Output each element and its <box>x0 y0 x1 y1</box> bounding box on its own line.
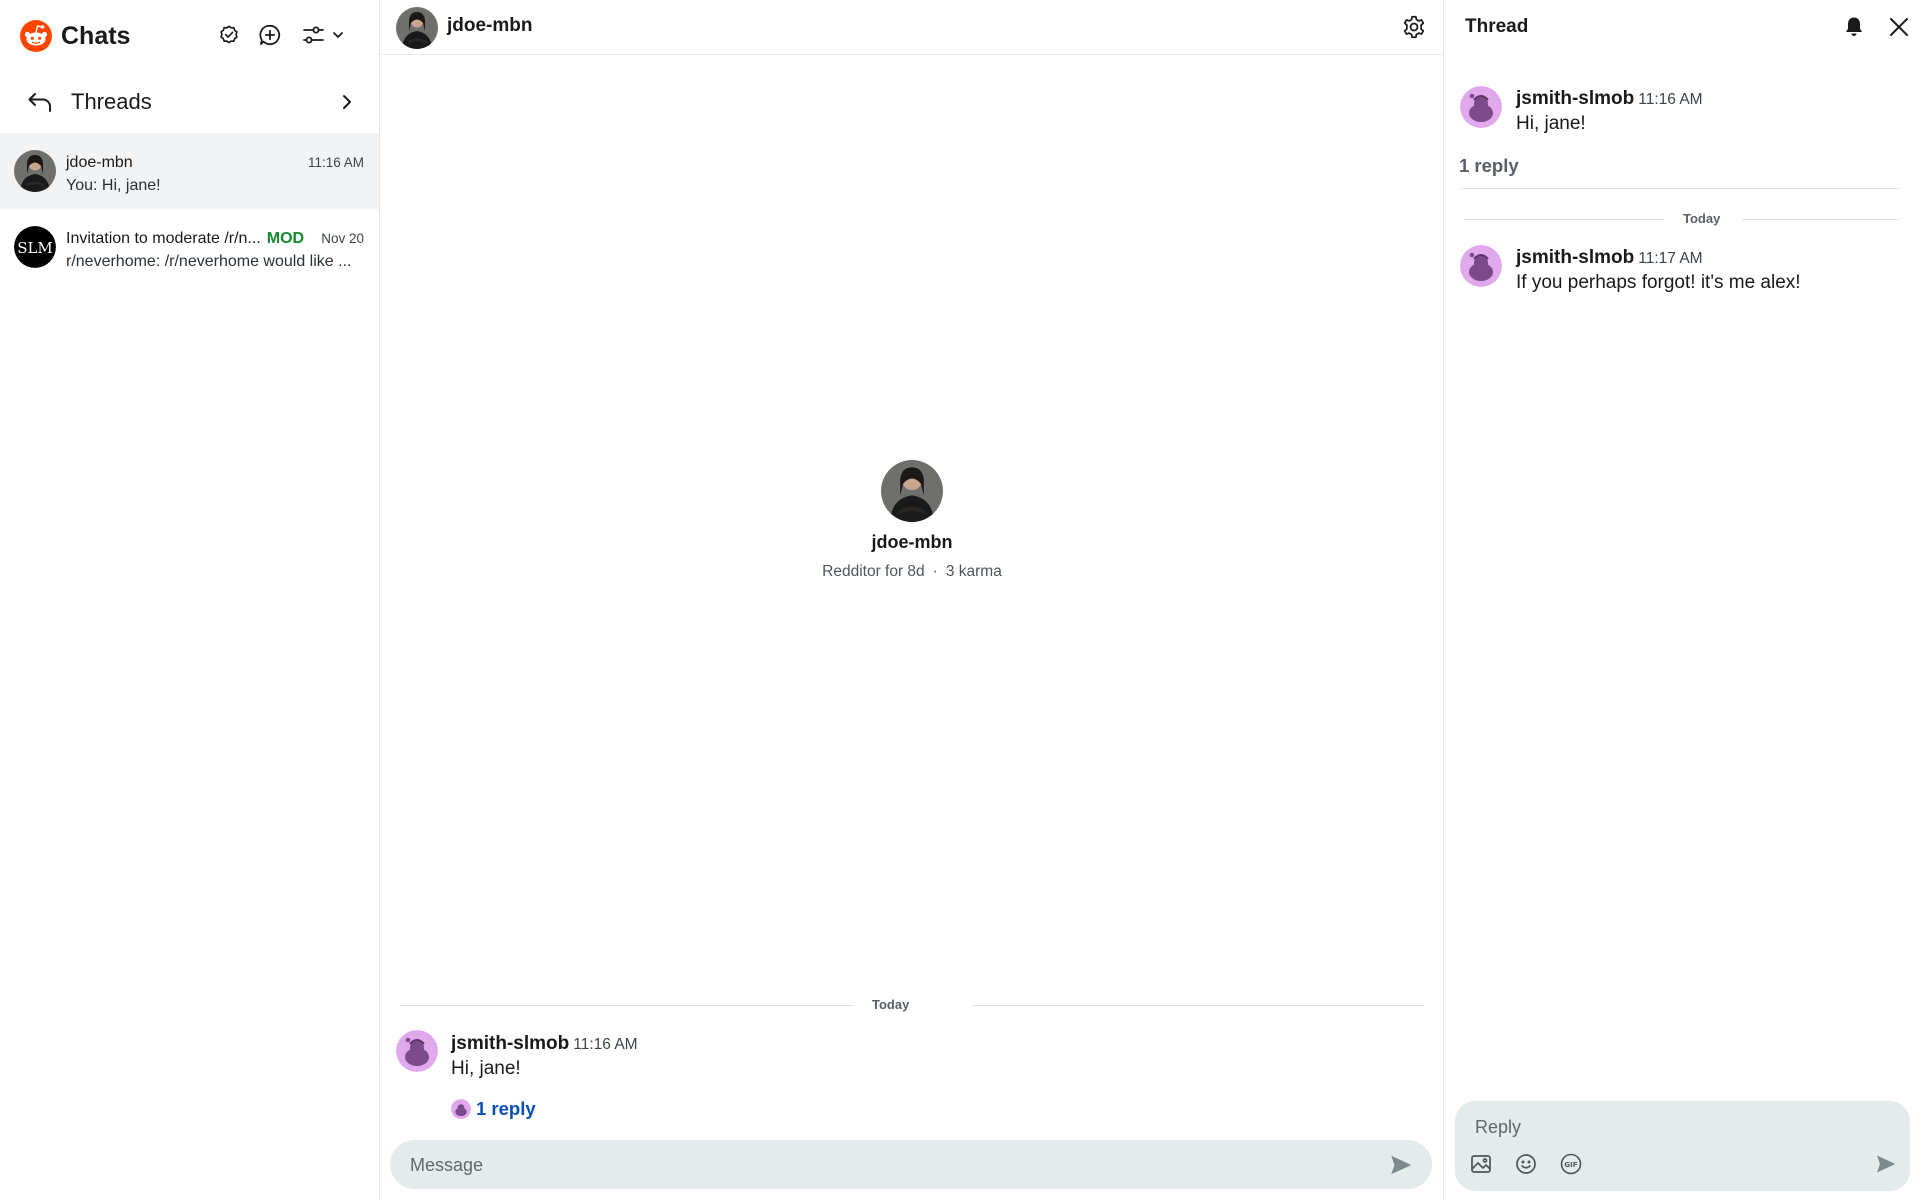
avatar[interactable] <box>1460 245 1502 287</box>
reddit-logo-icon <box>20 20 52 52</box>
chat-item-name: Invitation to moderate /r/n... MOD <box>66 229 304 249</box>
thread-title: Thread <box>1465 16 1529 37</box>
chat-main-panel: jdoe-mbn jdoe-mbn Redditor for 8d · 3 karm… <box>380 0 1444 1200</box>
profile-meta: Redditor for 8d · 3 karma <box>380 563 1444 581</box>
plus-bubble-icon[interactable] <box>256 21 284 49</box>
gif-icon[interactable]: GIF <box>1559 1152 1583 1176</box>
day-divider-label: Today <box>1683 211 1721 226</box>
avatar: SLM <box>14 226 56 268</box>
chat-header: jdoe-mbn <box>380 0 1444 55</box>
send-icon[interactable] <box>1388 1152 1414 1178</box>
message-time: 11:17 AM <box>1638 250 1703 267</box>
threads-nav-item[interactable]: Threads <box>0 80 380 124</box>
chat-sidebar: Chats Threads jdoe-mbn 11:16 AM You: Hi,… <box>0 0 380 1200</box>
profile-name[interactable]: jdoe-mbn <box>380 532 1444 553</box>
chat-item-preview: r/neverhome: /r/neverhome would like ... <box>66 253 352 270</box>
message-time: 11:16 AM <box>573 1036 638 1053</box>
thread-replies-count: 1 reply <box>1459 155 1519 176</box>
bell-icon[interactable] <box>1842 15 1866 39</box>
chat-list-item[interactable]: SLM Invitation to moderate /r/n... MOD No… <box>0 209 379 285</box>
chat-item-name: jdoe-mbn <box>66 154 133 171</box>
message-time: 11:16 AM <box>1638 91 1703 108</box>
thread-panel: Thread jsmith-slmob 11:16 AM Hi, jane! 1… <box>1444 0 1920 1200</box>
svg-text:SLM: SLM <box>17 239 53 257</box>
svg-text:GIF: GIF <box>1564 1161 1577 1169</box>
image-icon[interactable] <box>1469 1152 1493 1176</box>
chat-item-preview: You: Hi, jane! <box>66 177 161 194</box>
message-author[interactable]: jsmith-slmob <box>451 1033 569 1054</box>
close-icon[interactable] <box>1887 15 1911 39</box>
check-badge-icon[interactable] <box>215 21 243 49</box>
chat-item-time: 11:16 AM <box>307 155 364 170</box>
avatar[interactable] <box>1460 86 1502 128</box>
message-text: If you perhaps forgot! it's me alex! <box>1516 272 1801 293</box>
avatar <box>14 150 56 192</box>
thread-header: Thread <box>1444 0 1920 55</box>
filter-sliders-icon[interactable] <box>302 21 348 49</box>
profile-card: jdoe-mbn Redditor for 8d · 3 karma <box>380 460 1444 581</box>
day-divider-label: Today <box>872 997 910 1012</box>
sidebar-title: Chats <box>61 22 131 50</box>
reply-composer: GIF <box>1455 1101 1910 1191</box>
message-author[interactable]: jsmith-slmob <box>1516 247 1634 268</box>
chat-header-name[interactable]: jdoe-mbn <box>447 15 533 37</box>
message-input[interactable] <box>410 1152 1350 1178</box>
message: jsmith-slmob 11:16 AM Hi, jane! <box>396 1030 1396 1090</box>
reply-input[interactable] <box>1475 1115 1875 1139</box>
profile-karma: 3 karma <box>945 563 1002 580</box>
gear-icon[interactable] <box>1401 14 1427 40</box>
message-composer <box>390 1140 1432 1189</box>
message-meta: jsmith-slmob 11:16 AM <box>1516 88 1703 110</box>
avatar <box>451 1099 471 1119</box>
reply-arrow-icon <box>26 88 54 116</box>
mod-badge: MOD <box>266 230 305 247</box>
avatar[interactable] <box>396 1030 438 1072</box>
replies-count: 1 reply <box>476 1098 536 1119</box>
day-divider: Today <box>400 996 1424 1014</box>
thread-separator <box>1459 188 1900 189</box>
thread-parent-message: jsmith-slmob 11:16 AM Hi, jane! <box>1460 86 1900 146</box>
emoji-icon[interactable] <box>1514 1152 1538 1176</box>
threads-label: Threads <box>71 89 152 114</box>
send-icon[interactable] <box>1873 1152 1899 1176</box>
avatar[interactable] <box>396 7 438 49</box>
profile-age: Redditor for 8d <box>822 563 925 580</box>
avatar[interactable] <box>881 460 943 522</box>
message-meta: jsmith-slmob 11:17 AM <box>1516 247 1703 269</box>
day-divider: Today <box>1464 210 1900 228</box>
message-text: Hi, jane! <box>451 1058 521 1079</box>
chat-item-title: Invitation to moderate /r/n... <box>66 230 261 247</box>
message-text: Hi, jane! <box>1516 113 1586 134</box>
message-author[interactable]: jsmith-slmob <box>1516 88 1634 109</box>
message-meta: jsmith-slmob 11:16 AM <box>451 1033 638 1055</box>
meta-separator: · <box>932 563 938 580</box>
chat-item-time: Nov 20 <box>321 231 364 246</box>
thread-reply-message: jsmith-slmob 11:17 AM If you perhaps forg… <box>1460 245 1900 305</box>
thread-replies-link[interactable]: 1 reply <box>451 1098 536 1120</box>
sidebar-header: Chats <box>0 0 380 70</box>
chat-list-item[interactable]: jdoe-mbn 11:16 AM You: Hi, jane! <box>0 133 379 209</box>
chevron-right-icon <box>336 90 358 114</box>
